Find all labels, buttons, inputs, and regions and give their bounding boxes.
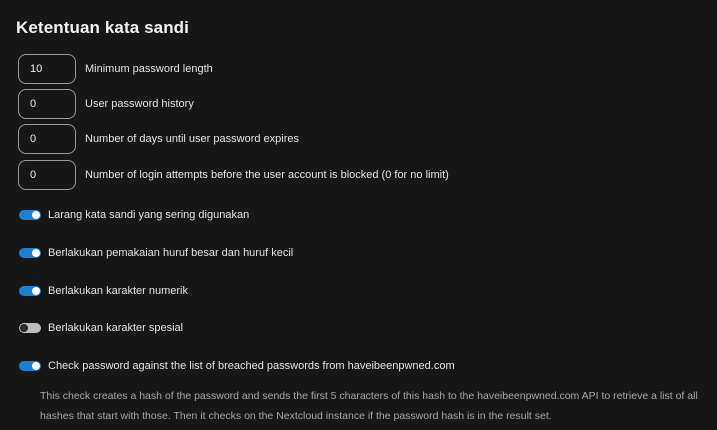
special-characters-toggle[interactable] (19, 323, 41, 333)
minimum-length-input[interactable] (18, 54, 76, 84)
password-policy-panel: Ketentuan kata sandi Minimum password le… (0, 0, 717, 430)
breached-passwords-toggle[interactable] (19, 361, 41, 371)
upper-lower-case-toggle[interactable] (19, 248, 41, 258)
special-characters-label: Berlakukan karakter spesial (48, 322, 184, 334)
numeric-characters-label: Berlakukan karakter numerik (48, 285, 189, 297)
toggle-row-common-passwords[interactable]: Larang kata sandi yang sering digunakan (19, 207, 249, 223)
toggle-knob (32, 287, 40, 295)
common-passwords-label: Larang kata sandi yang sering digunakan (48, 209, 250, 221)
toggle-knob (32, 211, 40, 219)
toggle-knob (32, 249, 40, 257)
setting-password-expiry: Number of days until user password expir… (18, 124, 299, 154)
toggle-row-upper-lower-case[interactable]: Berlakukan pemakaian huruf besar dan hur… (19, 245, 293, 261)
login-attempts-label: Number of login attempts before the user… (85, 169, 449, 181)
toggle-knob (20, 324, 28, 332)
login-attempts-input[interactable] (18, 160, 76, 190)
setting-login-attempts: Number of login attempts before the user… (18, 160, 449, 190)
minimum-length-label: Minimum password length (85, 63, 213, 75)
password-expiry-label: Number of days until user password expir… (85, 133, 299, 145)
upper-lower-case-label: Berlakukan pemakaian huruf besar dan hur… (48, 247, 294, 259)
password-expiry-input[interactable] (18, 124, 76, 154)
common-passwords-toggle[interactable] (19, 210, 41, 220)
password-history-input[interactable] (18, 89, 76, 119)
toggle-row-special[interactable]: Berlakukan karakter spesial (19, 320, 183, 336)
numeric-characters-toggle[interactable] (19, 286, 41, 296)
setting-minimum-length: Minimum password length (18, 54, 213, 84)
toggle-knob (32, 362, 40, 370)
breached-passwords-label: Check password against the list of breac… (48, 360, 455, 372)
password-history-label: User password history (85, 98, 194, 110)
toggle-row-numeric[interactable]: Berlakukan karakter numerik (19, 283, 188, 299)
breached-passwords-hint: This check creates a hash of the passwor… (40, 390, 698, 422)
setting-password-history: User password history (18, 89, 194, 119)
toggle-row-breached-passwords[interactable]: Check password against the list of breac… (19, 358, 455, 374)
section-title: Ketentuan kata sandi (16, 18, 189, 37)
